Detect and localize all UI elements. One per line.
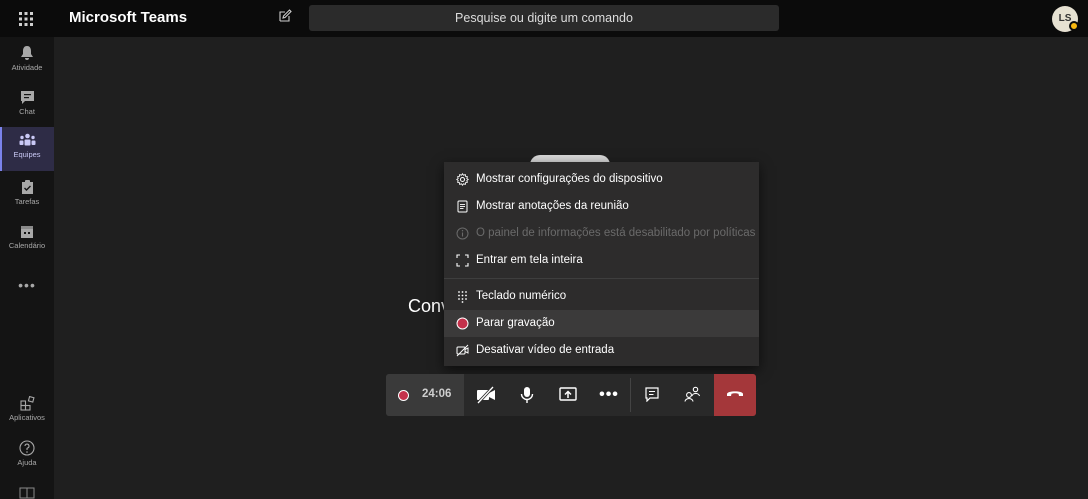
rail-label: Calendário xyxy=(8,241,46,250)
share-screen-button[interactable] xyxy=(548,374,588,416)
app-rail: Atividade Chat Equipes Tarefas Calendári… xyxy=(0,37,54,499)
rail-item-tasks[interactable]: Tarefas xyxy=(0,173,54,217)
rail-item-apps[interactable]: Aplicativos xyxy=(0,390,54,434)
menu-item-stop-recording[interactable]: Parar gravação xyxy=(444,310,759,337)
hang-up-icon xyxy=(727,391,743,396)
teams-icon xyxy=(19,133,35,146)
menu-divider xyxy=(444,278,759,279)
calendar-icon xyxy=(21,226,33,238)
microphone-icon xyxy=(520,387,534,403)
call-duration: 24:06 xyxy=(422,388,452,400)
menu-item-meeting-notes[interactable]: Mostrar anotações da reunião xyxy=(444,193,759,220)
rail-item-chat[interactable]: Chat xyxy=(0,84,54,128)
search-input[interactable]: Pesquise ou digite um comando xyxy=(309,5,779,31)
toolbar-divider xyxy=(630,378,631,412)
chat-icon xyxy=(645,387,659,402)
more-apps-icon[interactable]: ••• xyxy=(0,277,54,293)
recording-indicator: 24:06 xyxy=(386,374,464,416)
rail-label: Aplicativos xyxy=(9,413,45,422)
apps-icon xyxy=(19,396,35,411)
gear-icon xyxy=(456,173,469,186)
show-participants-button[interactable] xyxy=(672,374,712,416)
record-icon xyxy=(456,317,469,330)
new-chat-icon[interactable] xyxy=(278,9,294,25)
notes-icon xyxy=(457,200,468,213)
info-icon xyxy=(456,227,469,240)
menu-item-label: O painel de informações está desabilitad… xyxy=(476,227,756,239)
feedback-icon xyxy=(19,487,35,499)
rail-label: Chat xyxy=(19,107,35,116)
chat-icon xyxy=(20,91,34,104)
menu-item-label: Mostrar configurações do dispositivo xyxy=(476,173,663,185)
top-bar: Microsoft Teams Pesquise ou digite um co… xyxy=(0,0,1088,37)
menu-item-fullscreen[interactable]: Entrar em tela inteira xyxy=(444,247,759,274)
show-chat-button[interactable] xyxy=(632,374,672,416)
rail-label: Tarefas xyxy=(14,197,40,206)
rail-item-feedback[interactable] xyxy=(0,483,54,499)
share-screen-icon xyxy=(559,387,577,401)
camera-toggle-button[interactable] xyxy=(466,374,506,416)
bell-icon xyxy=(21,46,33,60)
menu-item-disable-incoming-video[interactable]: Desativar vídeo de entrada xyxy=(444,337,759,364)
app-launcher-icon[interactable] xyxy=(16,9,36,29)
rail-item-calendar[interactable]: Calendário xyxy=(0,218,54,262)
hang-up-button[interactable] xyxy=(714,374,756,416)
rail-item-activity[interactable]: Atividade xyxy=(0,39,54,83)
menu-item-info-panel: O painel de informações está desabilitad… xyxy=(444,220,759,247)
fullscreen-icon xyxy=(456,254,469,267)
help-icon xyxy=(19,440,35,456)
more-actions-button[interactable]: ••• xyxy=(589,374,629,416)
more-actions-menu: Mostrar configurações do dispositivo Mos… xyxy=(444,162,759,366)
tasks-icon xyxy=(21,180,33,194)
app-title: Microsoft Teams xyxy=(69,9,188,26)
rail-label: Ajuda xyxy=(17,458,37,467)
menu-item-label: Parar gravação xyxy=(476,317,555,329)
record-icon xyxy=(398,390,409,401)
video-off-icon xyxy=(456,344,469,357)
presence-status-icon xyxy=(1069,21,1079,31)
menu-item-label: Teclado numérico xyxy=(476,290,567,302)
rail-item-teams[interactable]: Equipes xyxy=(0,127,54,171)
rail-label: Equipes xyxy=(13,150,41,159)
menu-item-label: Entrar em tela inteira xyxy=(476,254,583,266)
rail-item-help[interactable]: Ajuda xyxy=(0,434,54,478)
video-off-icon xyxy=(476,386,495,404)
menu-item-label: Desativar vídeo de entrada xyxy=(476,344,615,356)
microphone-button[interactable] xyxy=(507,374,547,416)
dialpad-icon xyxy=(458,291,467,303)
rail-label: Atividade xyxy=(11,63,43,72)
menu-item-device-settings[interactable]: Mostrar configurações do dispositivo xyxy=(444,166,759,193)
call-control-bar: 24:06 ••• xyxy=(386,374,756,416)
menu-item-label: Mostrar anotações da reunião xyxy=(476,200,629,212)
menu-item-dialpad[interactable]: Teclado numérico xyxy=(444,283,759,310)
participants-icon xyxy=(683,386,700,402)
